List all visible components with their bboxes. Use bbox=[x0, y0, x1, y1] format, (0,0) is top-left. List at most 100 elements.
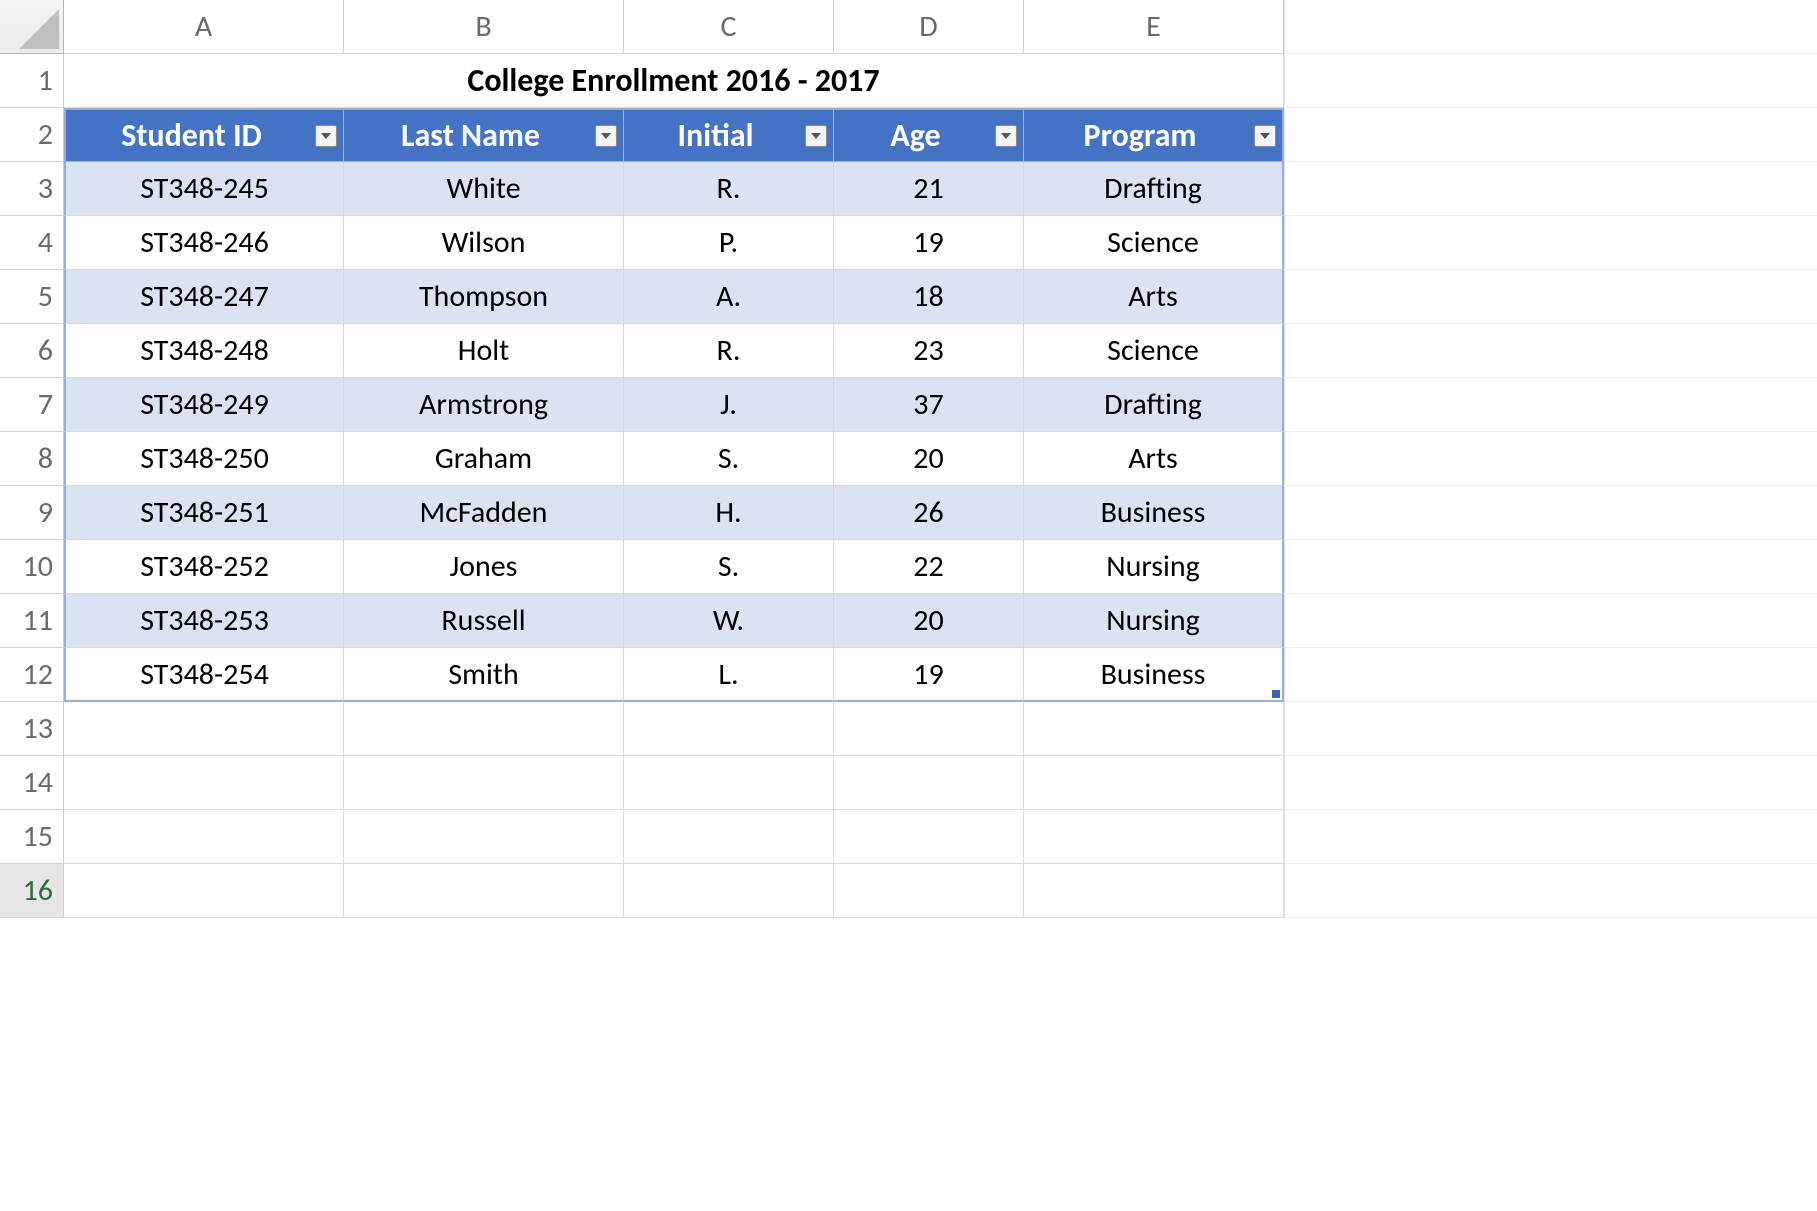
column-header-E[interactable]: E bbox=[1024, 0, 1284, 54]
table-cell[interactable]: R. bbox=[624, 324, 834, 378]
table-cell[interactable]: ST348-248 bbox=[64, 324, 344, 378]
table-cell[interactable]: White bbox=[344, 162, 624, 216]
empty-cell[interactable] bbox=[64, 810, 344, 864]
empty-cell[interactable] bbox=[624, 756, 834, 810]
empty-cell[interactable] bbox=[834, 702, 1024, 756]
table-cell[interactable]: 26 bbox=[834, 486, 1024, 540]
table-cell[interactable]: H. bbox=[624, 486, 834, 540]
table-cell[interactable]: 21 bbox=[834, 162, 1024, 216]
empty-cell[interactable] bbox=[834, 864, 1024, 918]
table-cell[interactable]: Nursing bbox=[1024, 540, 1284, 594]
row-header-11[interactable]: 11 bbox=[0, 594, 64, 648]
row-header-7[interactable]: 7 bbox=[0, 378, 64, 432]
row-header-14[interactable]: 14 bbox=[0, 756, 64, 810]
table-cell[interactable]: 18 bbox=[834, 270, 1024, 324]
table-cell[interactable]: Armstrong bbox=[344, 378, 624, 432]
table-cell[interactable]: R. bbox=[624, 162, 834, 216]
row-header-10[interactable]: 10 bbox=[0, 540, 64, 594]
table-cell[interactable]: J. bbox=[624, 378, 834, 432]
filter-dropdown-button[interactable] bbox=[315, 125, 337, 147]
row-header-13[interactable]: 13 bbox=[0, 702, 64, 756]
row-header-12[interactable]: 12 bbox=[0, 648, 64, 702]
table-header-last[interactable]: Last Name bbox=[344, 108, 624, 162]
table-cell[interactable]: ST348-254 bbox=[64, 648, 344, 702]
empty-cell[interactable] bbox=[64, 702, 344, 756]
empty-cell[interactable] bbox=[64, 756, 344, 810]
table-cell[interactable]: Russell bbox=[344, 594, 624, 648]
table-cell[interactable]: ST348-249 bbox=[64, 378, 344, 432]
table-header-age[interactable]: Age bbox=[834, 108, 1024, 162]
select-all-corner[interactable] bbox=[0, 0, 64, 54]
empty-cell[interactable] bbox=[1024, 864, 1284, 918]
filter-dropdown-button[interactable] bbox=[805, 125, 827, 147]
table-title[interactable]: College Enrollment 2016 - 2017 bbox=[64, 54, 1284, 108]
empty-cell[interactable] bbox=[344, 864, 624, 918]
empty-cell[interactable] bbox=[344, 810, 624, 864]
table-cell[interactable]: Arts bbox=[1024, 270, 1284, 324]
row-header-4[interactable]: 4 bbox=[0, 216, 64, 270]
table-cell[interactable]: 37 bbox=[834, 378, 1024, 432]
row-header-8[interactable]: 8 bbox=[0, 432, 64, 486]
table-header-program[interactable]: Program bbox=[1024, 108, 1284, 162]
column-header-D[interactable]: D bbox=[834, 0, 1024, 54]
empty-cell[interactable] bbox=[1024, 702, 1284, 756]
row-header-16[interactable]: 16 bbox=[0, 864, 64, 918]
table-header-id[interactable]: Student ID bbox=[64, 108, 344, 162]
table-cell[interactable]: Arts bbox=[1024, 432, 1284, 486]
empty-cell[interactable] bbox=[64, 864, 344, 918]
empty-cell[interactable] bbox=[624, 810, 834, 864]
table-cell[interactable]: ST348-250 bbox=[64, 432, 344, 486]
table-cell[interactable]: Business bbox=[1024, 648, 1284, 702]
table-cell[interactable]: ST348-253 bbox=[64, 594, 344, 648]
table-cell[interactable]: Nursing bbox=[1024, 594, 1284, 648]
table-cell[interactable]: 23 bbox=[834, 324, 1024, 378]
table-cell[interactable]: 19 bbox=[834, 648, 1024, 702]
table-cell[interactable]: W. bbox=[624, 594, 834, 648]
table-cell[interactable]: S. bbox=[624, 540, 834, 594]
table-cell[interactable]: ST348-246 bbox=[64, 216, 344, 270]
table-cell[interactable]: Drafting bbox=[1024, 378, 1284, 432]
table-cell[interactable]: P. bbox=[624, 216, 834, 270]
empty-cell[interactable] bbox=[344, 702, 624, 756]
row-header-3[interactable]: 3 bbox=[0, 162, 64, 216]
table-cell[interactable]: L. bbox=[624, 648, 834, 702]
row-header-5[interactable]: 5 bbox=[0, 270, 64, 324]
table-cell[interactable]: ST348-245 bbox=[64, 162, 344, 216]
table-cell[interactable]: A. bbox=[624, 270, 834, 324]
row-header-1[interactable]: 1 bbox=[0, 54, 64, 108]
table-cell[interactable]: S. bbox=[624, 432, 834, 486]
table-cell[interactable]: Graham bbox=[344, 432, 624, 486]
table-cell[interactable]: Business bbox=[1024, 486, 1284, 540]
row-header-9[interactable]: 9 bbox=[0, 486, 64, 540]
filter-dropdown-button[interactable] bbox=[1254, 125, 1276, 147]
row-header-2[interactable]: 2 bbox=[0, 108, 64, 162]
table-cell[interactable]: Holt bbox=[344, 324, 624, 378]
table-cell[interactable]: ST348-252 bbox=[64, 540, 344, 594]
table-cell[interactable]: 22 bbox=[834, 540, 1024, 594]
column-header-A[interactable]: A bbox=[64, 0, 344, 54]
empty-cell[interactable] bbox=[1024, 810, 1284, 864]
empty-cell[interactable] bbox=[834, 810, 1024, 864]
empty-cell[interactable] bbox=[624, 702, 834, 756]
table-cell[interactable]: Wilson bbox=[344, 216, 624, 270]
table-cell[interactable]: Science bbox=[1024, 216, 1284, 270]
empty-cell[interactable] bbox=[624, 864, 834, 918]
empty-cell[interactable] bbox=[1024, 756, 1284, 810]
table-cell[interactable]: McFadden bbox=[344, 486, 624, 540]
table-cell[interactable]: ST348-247 bbox=[64, 270, 344, 324]
table-cell[interactable]: ST348-251 bbox=[64, 486, 344, 540]
empty-cell[interactable] bbox=[834, 756, 1024, 810]
table-cell[interactable]: Science bbox=[1024, 324, 1284, 378]
column-header-C[interactable]: C bbox=[624, 0, 834, 54]
table-header-initial[interactable]: Initial bbox=[624, 108, 834, 162]
filter-dropdown-button[interactable] bbox=[995, 125, 1017, 147]
table-cell[interactable]: 20 bbox=[834, 594, 1024, 648]
row-header-15[interactable]: 15 bbox=[0, 810, 64, 864]
table-cell[interactable]: Thompson bbox=[344, 270, 624, 324]
table-cell[interactable]: Smith bbox=[344, 648, 624, 702]
empty-cell[interactable] bbox=[344, 756, 624, 810]
filter-dropdown-button[interactable] bbox=[595, 125, 617, 147]
table-cell[interactable]: Jones bbox=[344, 540, 624, 594]
table-cell[interactable]: Drafting bbox=[1024, 162, 1284, 216]
table-cell[interactable]: 20 bbox=[834, 432, 1024, 486]
